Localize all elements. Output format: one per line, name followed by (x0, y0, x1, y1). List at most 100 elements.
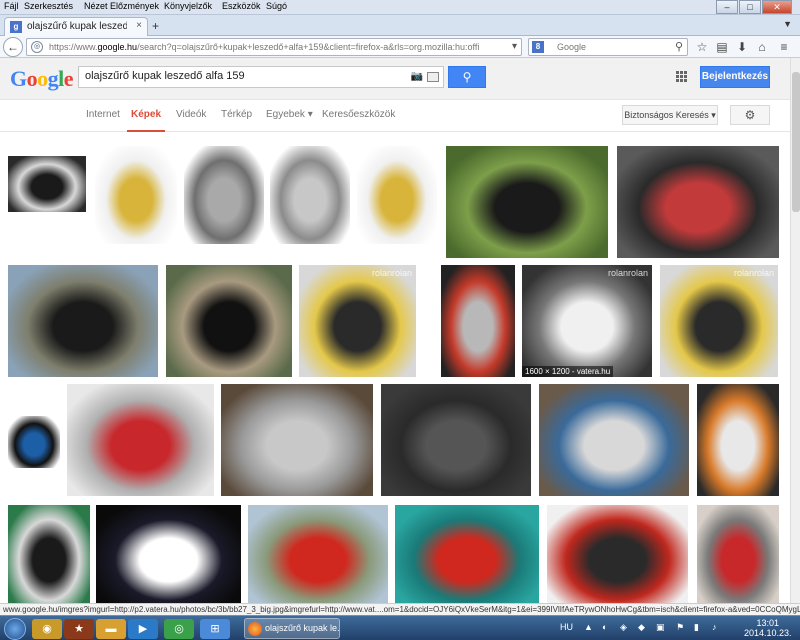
tab-list-chevron-down-icon[interactable]: ▼ (783, 19, 792, 29)
volume-icon[interactable]: ♪ (712, 622, 717, 632)
image-result-thumbnail[interactable] (8, 416, 60, 468)
home-icon[interactable]: ⌂ (754, 39, 770, 55)
image-result-thumbnail[interactable] (270, 146, 350, 244)
google-search-box[interactable]: 📷 (78, 66, 444, 88)
image-results-grid: rolanrolan rolanrolan 1600 × 1200 - vatera… (0, 133, 790, 603)
image-result-thumbnail[interactable] (357, 146, 437, 244)
url-text: https://www.google.hu/search?q=olajszűrő… (49, 42, 479, 52)
system-clock[interactable]: 13:01 2014.10.23. (744, 618, 792, 638)
tab-search-tools[interactable]: Keresőeszközök (322, 109, 395, 120)
firefox-icon (248, 622, 262, 636)
tab-videos[interactable]: Videók (176, 109, 206, 120)
back-button[interactable]: ← (3, 37, 23, 57)
safe-search-dropdown[interactable]: Biztonságos Keresés ▾ (622, 105, 718, 125)
menu-bookmarks[interactable]: Könyvjelzők (164, 1, 212, 11)
chrome-icon[interactable]: ◎ (164, 619, 194, 639)
image-result-thumbnail[interactable] (381, 384, 531, 496)
clock-date: 2014.10.23. (744, 628, 792, 638)
maximize-button[interactable]: □ (739, 0, 761, 14)
apps-grid-icon[interactable] (676, 71, 688, 83)
language-indicator[interactable]: HU (560, 622, 573, 632)
scrollbar-thumb[interactable] (792, 72, 800, 212)
game-icon[interactable]: ★ (64, 619, 94, 639)
menu-icon[interactable]: ≡ (776, 39, 792, 55)
url-dropdown-chevron-icon[interactable]: ▾ (512, 41, 517, 52)
tab-images[interactable]: Képek (126, 109, 166, 132)
image-result-thumbnail[interactable] (95, 146, 177, 244)
start-button[interactable] (4, 618, 26, 640)
menu-help[interactable]: Súgó (266, 1, 287, 11)
search-magnifier-icon[interactable]: ⚲ (675, 40, 683, 53)
browser-tab[interactable]: g olajszűrő kupak leszedő alf... × (4, 17, 148, 36)
image-result-thumbnail[interactable] (539, 384, 689, 496)
download-icon[interactable]: ⬇ (734, 39, 750, 55)
search-icon: ⚲ (462, 70, 472, 84)
camera-icon[interactable]: 📷 (411, 71, 423, 82)
star-icon[interactable]: ☆ (694, 39, 710, 55)
image-result-thumbnail[interactable]: rolanrolan (660, 265, 778, 377)
tab-strip: g olajszűrő kupak leszedő alf... × + ▼ (0, 15, 800, 36)
media-player-icon[interactable]: ▶ (128, 619, 158, 639)
image-result-thumbnail[interactable] (446, 146, 608, 258)
settings-gear-icon[interactable]: ⚙ (730, 105, 770, 125)
image-result-thumbnail[interactable] (697, 505, 779, 603)
shield-icon[interactable]: ◆ (638, 622, 645, 633)
search-button[interactable]: ⚲ (448, 66, 486, 88)
sign-in-button[interactable]: Bejelentkezés (700, 66, 770, 88)
chat-icon[interactable]: ▣ (656, 622, 665, 633)
menu-bar: Fájl Szerkesztés Nézet Előzmények Könyvj… (0, 0, 800, 15)
minimize-button[interactable]: – (716, 0, 738, 14)
google-search-input[interactable] (85, 70, 405, 82)
image-result-thumbnail[interactable] (221, 384, 373, 496)
logo-letter: e (63, 66, 74, 91)
image-result-thumbnail[interactable]: rolanrolan (299, 265, 416, 377)
menu-history[interactable]: Előzmények (110, 1, 159, 11)
navigation-bar: ← ◎ https://www.google.hu/search?q=olajs… (0, 36, 800, 58)
tab-more[interactable]: Egyebek ▾ (266, 109, 313, 120)
image-result-thumbnail[interactable] (441, 265, 515, 377)
image-result-thumbnail[interactable] (166, 265, 292, 377)
image-result-thumbnail[interactable] (8, 156, 86, 212)
menu-tools[interactable]: Eszközök (222, 1, 261, 11)
site-identity-icon[interactable]: ◎ (31, 41, 43, 53)
url-bar[interactable]: ◎ https://www.google.hu/search?q=olajszű… (26, 38, 522, 56)
menu-edit[interactable]: Szerkesztés (24, 1, 73, 11)
tray-expand-icon[interactable]: ▲ (584, 622, 593, 632)
image-result-thumbnail[interactable] (248, 505, 388, 603)
folder-icon[interactable]: ▬ (96, 619, 126, 639)
new-tab-button[interactable]: + (152, 19, 159, 33)
image-result-thumbnail[interactable] (184, 146, 264, 244)
image-result-thumbnail[interactable] (617, 146, 779, 258)
close-window-button[interactable]: ✕ (762, 0, 792, 14)
search-type-tabs: Internet Képek Videók Térkép Egyebek ▾ K… (0, 100, 790, 132)
image-result-thumbnail[interactable]: rolanrolan 1600 × 1200 - vatera.hu (522, 265, 652, 377)
image-size-caption: 1600 × 1200 - vatera.hu (522, 366, 614, 377)
image-result-thumbnail[interactable] (96, 505, 241, 603)
network-icon[interactable]: ▮ (694, 622, 699, 633)
windows-icon[interactable]: ⊞ (200, 619, 230, 639)
tab-maps[interactable]: Térkép (221, 109, 252, 120)
image-result-thumbnail[interactable] (697, 384, 779, 496)
tab-web[interactable]: Internet (86, 109, 120, 120)
logo-letter: o (26, 66, 38, 91)
search-engine-google-icon[interactable]: 8 (532, 41, 544, 53)
image-result-thumbnail[interactable] (547, 505, 688, 603)
menu-view[interactable]: Nézet (84, 1, 108, 11)
google-logo[interactable]: Google (10, 66, 74, 92)
tray-app-icon[interactable]: ◈ (620, 622, 627, 633)
steam-icon[interactable]: ◐ (602, 622, 607, 632)
image-result-thumbnail[interactable] (67, 384, 214, 496)
keyboard-icon[interactable] (427, 72, 439, 82)
browser-search-box[interactable]: 8 ⚲ (528, 38, 688, 56)
explorer-icon[interactable]: ◉ (32, 619, 62, 639)
tab-close-icon[interactable]: × (136, 20, 142, 31)
bookmarks-icon[interactable]: ▤ (714, 39, 730, 55)
page-scrollbar[interactable] (790, 58, 800, 603)
image-result-thumbnail[interactable] (8, 505, 90, 603)
browser-search-input[interactable] (557, 42, 667, 52)
flag-icon[interactable]: ⚑ (676, 622, 684, 633)
taskbar-firefox-window[interactable]: olajszűrő kupak le... (244, 618, 340, 639)
image-result-thumbnail[interactable] (8, 265, 158, 377)
image-result-thumbnail[interactable] (395, 505, 539, 603)
menu-file[interactable]: Fájl (4, 1, 19, 11)
